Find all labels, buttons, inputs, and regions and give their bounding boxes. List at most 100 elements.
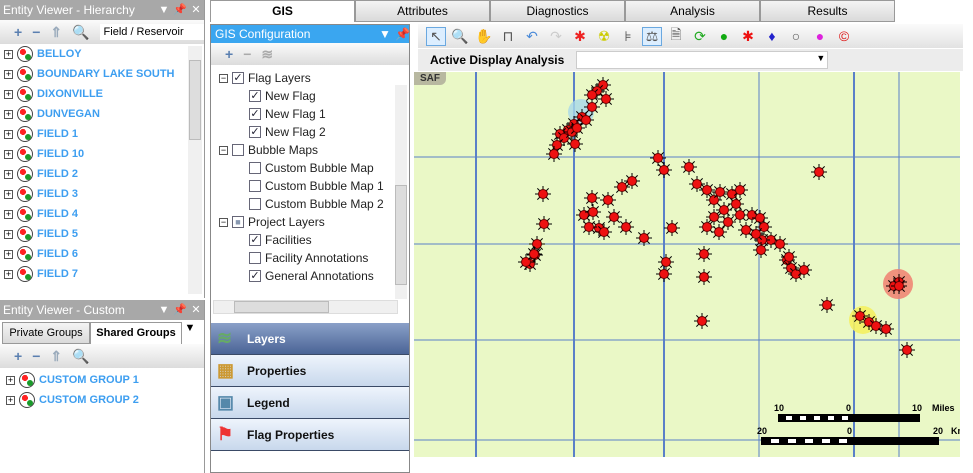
layer-tree-item[interactable]: ✓ Facilities xyxy=(219,231,409,249)
tree-item[interactable]: + CUSTOM GROUP 2 xyxy=(0,390,204,410)
layer-tree-item[interactable]: Custom Bubble Map 1 xyxy=(219,177,409,195)
well-marker[interactable] xyxy=(696,269,712,285)
collapse-icon[interactable]: − xyxy=(219,73,228,83)
layer-checkbox[interactable]: ✓ xyxy=(249,270,261,282)
tab-results[interactable]: Results xyxy=(760,0,895,22)
collapse-icon[interactable]: ⇑ xyxy=(50,348,62,365)
layer-tree-item[interactable]: − ✓ Flag Layers xyxy=(219,69,409,87)
well-marker[interactable] xyxy=(656,162,672,178)
layer-checkbox[interactable]: ■ xyxy=(232,216,244,228)
section-legend[interactable]: ▣ Legend xyxy=(211,387,409,419)
well-marker[interactable] xyxy=(529,236,545,252)
redo-icon[interactable]: ↷ xyxy=(546,28,566,45)
add-icon[interactable]: + xyxy=(225,46,233,62)
well-marker[interactable] xyxy=(581,219,597,235)
remove-icon[interactable]: − xyxy=(32,24,40,40)
well-marker[interactable] xyxy=(772,236,788,252)
well-marker[interactable] xyxy=(598,91,614,107)
tab-analysis[interactable]: Analysis xyxy=(625,0,760,22)
pin-icon[interactable]: 📌 xyxy=(395,25,410,43)
remove-icon[interactable]: − xyxy=(243,46,251,62)
pin-icon[interactable]: 📌 xyxy=(172,0,188,20)
layer-checkbox[interactable] xyxy=(249,162,261,174)
layer-checkbox[interactable]: ✓ xyxy=(249,126,261,138)
expand-icon[interactable]: + xyxy=(4,129,13,139)
tree-item[interactable]: + BELLOY xyxy=(0,44,204,64)
well-marker[interactable] xyxy=(811,164,827,180)
hierarchy-scrollbar[interactable] xyxy=(188,46,202,294)
layer-checkbox[interactable]: ✓ xyxy=(249,234,261,246)
well-marker[interactable] xyxy=(664,220,680,236)
preview-icon[interactable]: 🗎 xyxy=(666,24,686,48)
vertical-scrollbar[interactable] xyxy=(395,85,407,299)
well-marker[interactable] xyxy=(711,224,727,240)
well-marker[interactable] xyxy=(891,278,907,294)
well-marker[interactable] xyxy=(578,112,594,128)
blue-pin-icon[interactable]: ♦ xyxy=(762,28,782,44)
well-marker[interactable] xyxy=(584,190,600,206)
search-icon[interactable]: 🔍 xyxy=(72,24,89,41)
section-layers[interactable]: ≋ Layers xyxy=(211,323,409,355)
layer-checkbox[interactable] xyxy=(232,144,244,156)
well-marker[interactable] xyxy=(694,313,710,329)
layer-settings-icon[interactable]: ≋ xyxy=(261,46,273,63)
well-marker[interactable] xyxy=(681,159,697,175)
tree-item[interactable]: + FIELD 4 xyxy=(0,204,204,224)
layer-tree-item[interactable]: ✓ New Flag xyxy=(219,87,409,105)
zoom-icon[interactable]: 🔍 xyxy=(450,28,470,45)
chevron-down-icon[interactable]: ▼ xyxy=(816,53,825,63)
tab-attributes[interactable]: Attributes xyxy=(355,0,490,22)
ruler-icon[interactable]: ⊧ xyxy=(618,28,638,45)
well-marker[interactable] xyxy=(526,246,542,262)
well-marker[interactable] xyxy=(596,224,612,240)
layer-tree-item[interactable]: Custom Bubble Map 2 xyxy=(219,195,409,213)
tree-item[interactable]: + FIELD 2 xyxy=(0,164,204,184)
well-marker[interactable] xyxy=(753,242,769,258)
pin-icon[interactable]: 📌 xyxy=(172,300,188,320)
well-marker[interactable] xyxy=(618,219,634,235)
well-marker[interactable] xyxy=(585,204,601,220)
add-icon[interactable]: + xyxy=(14,348,22,364)
white-dot-icon[interactable]: ○ xyxy=(786,28,806,44)
tree-item[interactable]: + FIELD 7 xyxy=(0,264,204,284)
expand-icon[interactable]: + xyxy=(4,169,13,179)
flag-marker-icon[interactable]: ✱ xyxy=(570,28,590,45)
well-marker[interactable] xyxy=(535,186,551,202)
well-marker[interactable] xyxy=(567,136,583,152)
well-marker[interactable] xyxy=(738,222,754,238)
green-dot-icon[interactable]: ● xyxy=(714,28,734,44)
well-marker[interactable] xyxy=(696,246,712,262)
well-marker[interactable] xyxy=(614,179,630,195)
layer-checkbox[interactable]: ✓ xyxy=(249,90,261,102)
expand-icon[interactable]: + xyxy=(6,375,15,385)
magenta-dot-icon[interactable]: ● xyxy=(810,28,830,44)
radiation-icon[interactable]: ☢ xyxy=(594,28,614,45)
layer-checkbox[interactable] xyxy=(249,198,261,210)
tree-item[interactable]: + FIELD 10 xyxy=(0,144,204,164)
expand-icon[interactable]: + xyxy=(4,249,13,259)
expand-icon[interactable]: + xyxy=(4,189,13,199)
tree-item[interactable]: + CUSTOM GROUP 1 xyxy=(0,370,204,390)
section-properties[interactable]: ▦ Properties xyxy=(211,355,409,387)
well-marker[interactable] xyxy=(712,184,728,200)
tree-item[interactable]: + DIXONVILLE xyxy=(0,84,204,104)
well-marker[interactable] xyxy=(600,192,616,208)
active-display-select[interactable]: ▼ xyxy=(576,51,829,69)
undo-icon[interactable]: ↶ xyxy=(522,28,542,45)
red-star-icon[interactable]: ✱ xyxy=(738,28,758,45)
add-icon[interactable]: + xyxy=(14,24,22,40)
close-icon[interactable]: ✕ xyxy=(188,0,204,20)
layer-checkbox[interactable] xyxy=(249,180,261,192)
dropdown-icon[interactable]: ▼ xyxy=(156,300,172,320)
map-canvas[interactable]: SAF 10 0 10 Miles 20 0 20 Km xyxy=(414,72,960,457)
tab-gis[interactable]: GIS xyxy=(210,0,355,22)
tabs-dropdown-icon[interactable]: ▼ xyxy=(182,322,198,344)
well-marker[interactable] xyxy=(546,146,562,162)
measure-icon[interactable]: ⊓ xyxy=(498,28,518,45)
dropdown-icon[interactable]: ▼ xyxy=(156,0,172,20)
tree-item[interactable]: + DUNVEGAN xyxy=(0,104,204,124)
well-marker[interactable] xyxy=(636,230,652,246)
expand-icon[interactable]: + xyxy=(4,149,13,159)
tab-private-groups[interactable]: Private Groups xyxy=(2,322,90,344)
well-marker[interactable] xyxy=(699,219,715,235)
